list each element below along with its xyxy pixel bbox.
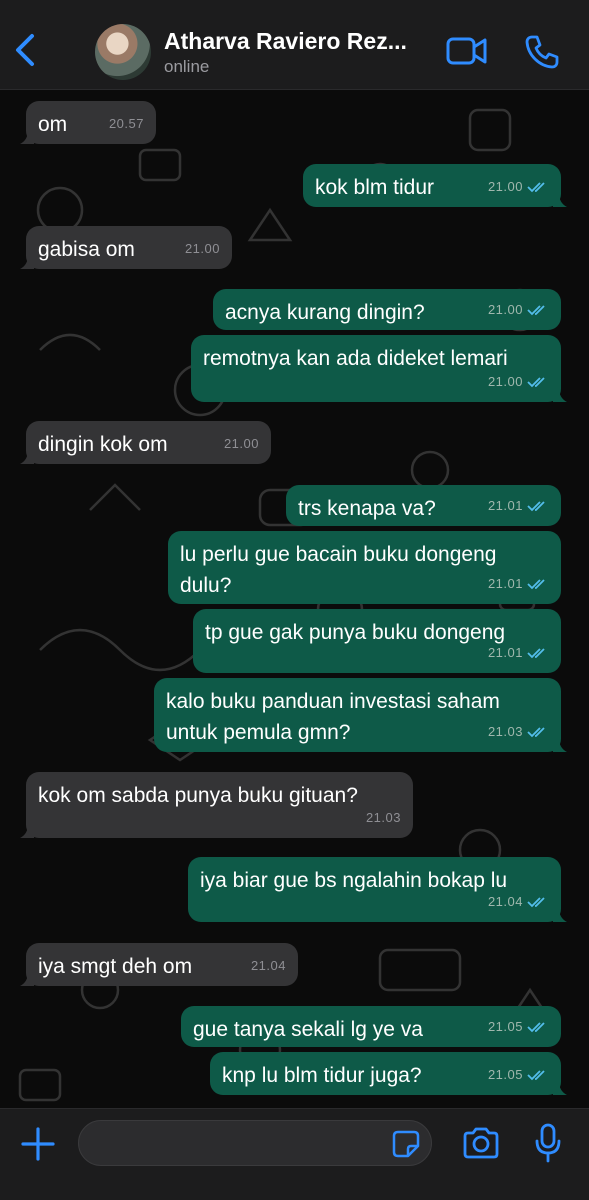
- double-check-icon: [527, 578, 545, 589]
- message-time: 21.00: [487, 179, 523, 194]
- message-meta: 21.05: [488, 1011, 549, 1042]
- message-meta: 21.00: [185, 233, 220, 264]
- microphone-icon: [535, 1123, 561, 1163]
- bubble-tail: [20, 824, 34, 838]
- message-meta: 21.00: [488, 294, 549, 325]
- message-time: 21.04: [250, 958, 286, 973]
- message-meta: 21.00: [488, 171, 549, 202]
- message-time: 21.00: [223, 436, 259, 451]
- message-bubble-outgoing[interactable]: gue tanya sekali lg ye va 21.05: [181, 1006, 561, 1047]
- double-check-icon: [527, 896, 545, 907]
- double-check-icon: [527, 181, 545, 192]
- voice-call-button[interactable]: [524, 34, 560, 70]
- message-bubble-outgoing[interactable]: remotnya kan ada dideket lemari 21.00: [191, 335, 567, 402]
- message-bubble-outgoing[interactable]: tp gue gak punya buku dongeng 21.01: [193, 609, 561, 673]
- message-time: 21.01: [487, 576, 523, 591]
- message-meta: 21.05: [488, 1059, 549, 1090]
- double-check-icon: [527, 647, 545, 658]
- camera-icon: [463, 1127, 499, 1159]
- double-check-icon: [527, 1021, 545, 1032]
- message-time: 21.03: [365, 810, 401, 825]
- message-meta: 21.00: [488, 366, 549, 397]
- message-bubble-outgoing[interactable]: kalo buku panduan investasi saham untuk …: [154, 678, 567, 752]
- message-text: lu perlu gue bacain buku dongeng dulu?: [180, 543, 497, 597]
- plus-icon: [21, 1127, 55, 1161]
- attach-button[interactable]: [20, 1126, 56, 1162]
- bubble-tail: [553, 193, 567, 207]
- double-check-icon: [527, 1069, 545, 1080]
- message-meta: 21.00: [224, 428, 259, 459]
- message-time: 21.03: [487, 724, 523, 739]
- phone-icon: [525, 35, 559, 69]
- message-bubble-incoming[interactable]: gabisa om 21.00: [20, 226, 232, 269]
- message-meta: 21.03: [366, 802, 401, 833]
- message-bubble-outgoing[interactable]: acnya kurang dingin? 21.00: [213, 289, 561, 330]
- contact-status: online: [164, 57, 210, 76]
- message-bubble-outgoing[interactable]: iya biar gue bs ngalahin bokap lu 21.04: [188, 857, 567, 922]
- bubble-tail: [20, 255, 34, 269]
- sticker-icon: [392, 1130, 420, 1158]
- video-camera-icon: [446, 37, 487, 65]
- message-meta: 21.01: [488, 490, 549, 521]
- bubble-tail: [553, 388, 567, 402]
- composer-bar: [0, 1108, 589, 1200]
- video-call-button[interactable]: [446, 34, 488, 68]
- message-bubble-outgoing[interactable]: kok blm tidur 21.00: [303, 164, 567, 207]
- message-bubble-outgoing[interactable]: trs kenapa va? 21.01: [286, 485, 561, 526]
- microphone-button[interactable]: [533, 1122, 563, 1164]
- message-bubble-outgoing[interactable]: lu perlu gue bacain buku dongeng dulu? 2…: [168, 531, 561, 604]
- chat-header: Atharva Raviero Rez... online: [0, 0, 589, 90]
- camera-button[interactable]: [462, 1126, 500, 1160]
- message-time: 21.00: [487, 374, 523, 389]
- message-bubble-incoming[interactable]: iya smgt deh om 21.04: [20, 943, 298, 986]
- message-text: iya smgt deh om: [38, 955, 193, 978]
- back-button[interactable]: [10, 30, 40, 70]
- message-time: 21.00: [184, 241, 220, 256]
- double-check-icon: [527, 304, 545, 315]
- bubble-tail: [20, 972, 34, 986]
- double-check-icon: [527, 376, 545, 387]
- message-bubble-incoming[interactable]: om 20.57: [20, 101, 156, 144]
- message-time: 21.00: [487, 302, 523, 317]
- message-time: 21.01: [487, 498, 523, 513]
- message-input[interactable]: [78, 1120, 432, 1166]
- message-meta: 21.04: [488, 886, 549, 917]
- bubble-tail: [553, 1081, 567, 1095]
- bubble-tail: [553, 908, 567, 922]
- sticker-button[interactable]: [392, 1130, 420, 1158]
- contact-avatar[interactable]: [95, 24, 151, 80]
- bubble-tail: [20, 450, 34, 464]
- double-check-icon: [527, 726, 545, 737]
- message-bubble-incoming[interactable]: dingin kok om 21.00: [20, 421, 271, 464]
- chevron-left-icon: [16, 34, 34, 66]
- message-meta: 20.57: [109, 108, 144, 139]
- message-text: kok om sabda punya buku gituan?: [38, 784, 358, 807]
- message-bubble-outgoing[interactable]: knp lu blm tidur juga? 21.05: [210, 1052, 567, 1095]
- bubble-tail: [20, 130, 34, 144]
- message-time: 21.05: [487, 1019, 523, 1034]
- double-check-icon: [527, 500, 545, 511]
- bubble-tail: [553, 738, 567, 752]
- message-meta: 21.01: [488, 637, 549, 668]
- message-time: 20.57: [108, 116, 144, 131]
- message-time: 21.05: [487, 1067, 523, 1082]
- message-meta: 21.03: [488, 716, 549, 747]
- message-bubble-incoming[interactable]: kok om sabda punya buku gituan? 21.03: [20, 772, 413, 838]
- chat-area[interactable]: om 20.57 kok blm tidur 21.00 gabisa om 2…: [0, 90, 589, 1108]
- message-meta: 21.01: [488, 568, 549, 599]
- message-meta: 21.04: [251, 950, 286, 981]
- contact-name[interactable]: Atharva Raviero Rez...: [164, 28, 429, 55]
- message-time: 21.04: [487, 894, 523, 909]
- message-time: 21.01: [487, 645, 523, 660]
